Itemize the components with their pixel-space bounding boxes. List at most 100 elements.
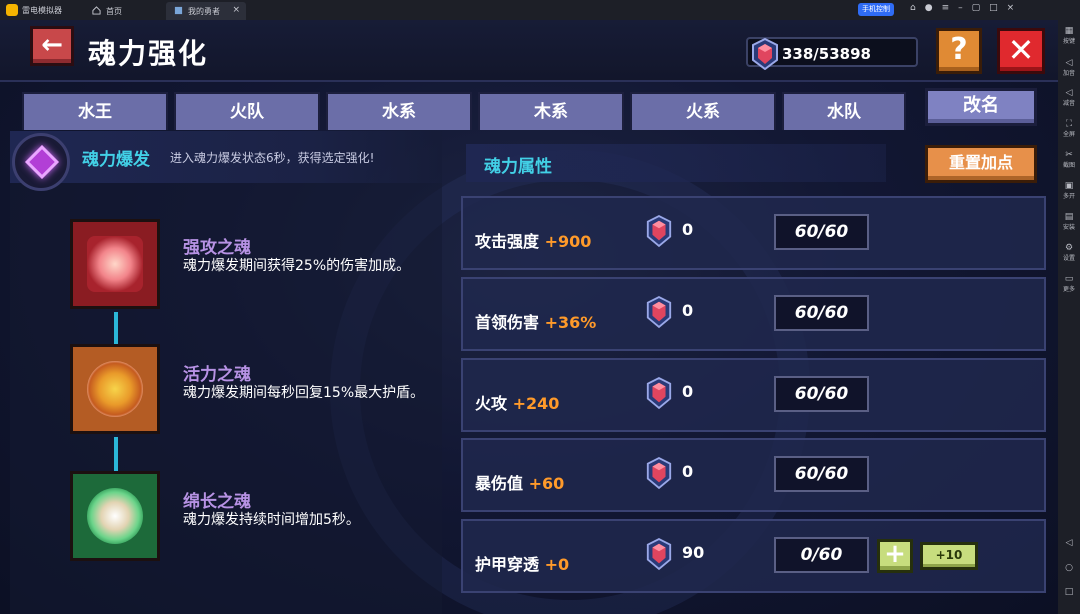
window-close-icon[interactable]: ×	[1007, 3, 1015, 13]
attack-soul-icon[interactable]	[70, 219, 160, 309]
sidebar-item-keyboard[interactable]: ▦ 按键	[1058, 26, 1080, 45]
question-icon: ?	[950, 32, 968, 67]
close-button[interactable]: ✕	[997, 28, 1045, 74]
page-title: 魂力强化	[88, 37, 209, 70]
sidebar-item-install[interactable]: ▤ 安装	[1058, 212, 1080, 231]
vitality-soul-icon[interactable]	[70, 344, 160, 434]
emulator-title-bar: 雷电模拟器 首页 我的勇者 × 手机控制 ⌂ ● ≡ – ▢ □ ×	[0, 0, 1080, 20]
sidebar-item-more[interactable]: ▭ 更多	[1058, 274, 1080, 293]
phone-control-button[interactable]: 手机控制	[858, 3, 894, 16]
attributes-title: 魂力属性	[484, 157, 552, 177]
fullscreen-icon: ⛶	[1065, 119, 1073, 129]
burst-crystal-icon	[12, 133, 70, 191]
soul-gem-icon	[646, 457, 672, 490]
attribute-name: 暴伤值	[475, 474, 524, 493]
attribute-row: 护甲穿透 +0 90 0/60 + +10	[461, 519, 1046, 593]
soul-desc-vitality: 魂力爆发期间每秒回复15%最大护盾。	[183, 385, 425, 401]
tab-preset-1[interactable]: 水王	[22, 92, 168, 130]
sidebar-item-multi[interactable]: ▣ 多开	[1058, 181, 1080, 200]
user-icon[interactable]: ●	[925, 3, 933, 13]
attribute-gem-count: 90	[682, 543, 705, 562]
soul-name-vitality: 活力之魂	[183, 365, 251, 385]
game-screen: ← 魂力强化 338/53898 ? ✕ 水王 火队 水系 木系 火系 水队 改…	[0, 20, 1058, 614]
attribute-gem-count: 0	[682, 462, 694, 481]
soul-name-attack: 强攻之魂	[183, 238, 251, 258]
maximize-icon[interactable]: □	[989, 3, 998, 13]
tab-preset-3[interactable]: 水系	[326, 92, 472, 130]
close-icon: ✕	[1007, 31, 1035, 69]
add-ten-points-button[interactable]: +10	[920, 542, 978, 570]
attribute-gem-count: 0	[682, 301, 694, 320]
back-button[interactable]: ←	[30, 26, 74, 66]
soul-connector	[114, 437, 118, 471]
attribute-bonus: +36%	[544, 313, 597, 332]
tab-game[interactable]: 我的勇者 ×	[166, 2, 246, 20]
volume-down-icon: ◁	[1065, 88, 1073, 98]
android-home-icon[interactable]: ○	[1058, 563, 1080, 573]
attribute-name: 护甲穿透	[475, 555, 540, 574]
volume-up-icon: ◁	[1065, 58, 1073, 68]
attribute-bonus: +0	[544, 555, 570, 574]
soul-currency-display: 338/53898	[746, 37, 918, 70]
burst-header: 魂力爆发 进入魂力爆发状态6秒，获得选定强化!	[10, 131, 442, 191]
sidebar-item-fullscreen[interactable]: ⛶ 全屏	[1058, 119, 1080, 138]
emulator-logo-icon	[6, 4, 18, 16]
attribute-progress: 60/60	[774, 214, 869, 250]
multi-instance-icon: ▣	[1064, 181, 1074, 191]
tab-preset-2[interactable]: 火队	[174, 92, 320, 130]
android-back-icon[interactable]: ◁	[1058, 538, 1080, 548]
soul-gem-icon	[752, 38, 778, 70]
attribute-name: 攻击强度	[475, 232, 540, 251]
attribute-name: 首领伤害	[475, 313, 540, 332]
attribute-row: 攻击强度 +900 0 60/60	[461, 196, 1046, 270]
attribute-progress: 60/60	[774, 295, 869, 331]
attribute-row: 首领伤害 +36% 0 60/60	[461, 277, 1046, 351]
sidebar-item-volume-up[interactable]: ◁ 加音	[1058, 58, 1080, 77]
attribute-name: 火攻	[475, 394, 508, 413]
gamepad-icon[interactable]: ⌂	[910, 3, 916, 13]
soul-gem-icon	[646, 296, 672, 329]
sidebar-item-screenshot[interactable]: ✂ 截图	[1058, 150, 1080, 169]
soul-name-duration: 绵长之魂	[183, 492, 251, 512]
soul-gem-icon	[646, 377, 672, 410]
soul-connector	[114, 312, 118, 344]
duration-soul-icon[interactable]	[70, 471, 160, 561]
keyboard-icon: ▦	[1064, 26, 1074, 36]
tab-preset-4[interactable]: 木系	[478, 92, 624, 130]
sidebar-item-settings[interactable]: ⚙ 设置	[1058, 243, 1080, 262]
more-icon: ▭	[1064, 274, 1074, 284]
back-arrow-icon: ←	[41, 30, 63, 60]
attribute-row: 暴伤值 +60 0 60/60	[461, 438, 1046, 512]
add-point-button[interactable]: +	[877, 539, 913, 573]
emulator-sidebar: ▦ 按键 ◁ 加音 ◁ 减音 ⛶ 全屏 ✂ 截图 ▣ 多开 ▤ 安装 ⚙ 设置 ▭ 更多 ◁ ○ …	[1058, 20, 1080, 614]
tab-preset-6[interactable]: 水队	[782, 92, 906, 130]
attribute-bonus: +60	[528, 474, 565, 493]
attribute-gem-count: 0	[682, 220, 694, 239]
reset-points-button[interactable]: 重置加点	[925, 145, 1037, 183]
rename-button[interactable]: 改名	[925, 88, 1037, 126]
settings-icon: ⚙	[1064, 243, 1074, 253]
tab-close-icon[interactable]: ×	[232, 5, 240, 15]
tab-preset-5[interactable]: 火系	[630, 92, 776, 130]
menu-icon[interactable]: ≡	[942, 3, 950, 13]
burst-title: 魂力爆发	[82, 150, 150, 170]
attribute-progress: 60/60	[774, 376, 869, 412]
game-app-icon	[174, 6, 183, 15]
attribute-row: 火攻 +240 0 60/60	[461, 358, 1046, 432]
android-recent-icon[interactable]: □	[1058, 587, 1080, 597]
minimize-icon[interactable]: –	[958, 3, 963, 13]
tab-home[interactable]: 首页	[84, 2, 164, 20]
attribute-progress: 0/60	[774, 537, 869, 573]
help-button[interactable]: ?	[936, 28, 982, 74]
soul-desc-duration: 魂力爆发持续时间增加5秒。	[183, 512, 360, 528]
attribute-bonus: +240	[512, 394, 560, 413]
tab-home-label: 首页	[106, 7, 122, 16]
sidebar-item-volume-down[interactable]: ◁ 减音	[1058, 88, 1080, 107]
restore-icon[interactable]: ▢	[972, 3, 981, 13]
home-icon	[92, 6, 101, 15]
soul-burst-panel: 魂力爆发 进入魂力爆发状态6秒，获得选定强化! 强攻之魂 魂力爆发期间获得25%…	[10, 131, 442, 614]
soul-gem-icon	[646, 215, 672, 248]
burst-description: 进入魂力爆发状态6秒，获得选定强化!	[170, 151, 375, 165]
attribute-bonus: +900	[544, 232, 592, 251]
attribute-gem-count: 0	[682, 382, 694, 401]
